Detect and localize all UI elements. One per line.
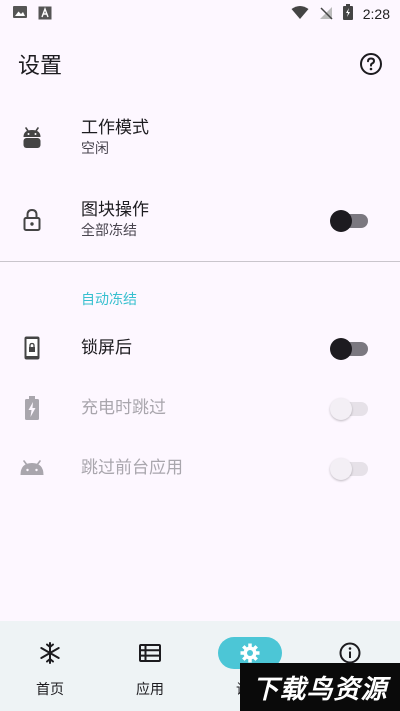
section-header-auto-freeze: 自动冻结 bbox=[81, 292, 137, 308]
auto-freeze-after-lock[interactable]: 锁屏后 bbox=[0, 318, 400, 378]
nav-item-home[interactable]: 首页 bbox=[0, 621, 100, 711]
wifi-icon bbox=[291, 5, 309, 24]
snowflake-icon bbox=[18, 637, 82, 669]
auto-freeze-skip-foreground[interactable]: 跳过前台应用 bbox=[0, 438, 400, 498]
tile-action-switch[interactable] bbox=[330, 208, 370, 232]
nav-label: 首页 bbox=[36, 682, 64, 698]
setting-tile-action[interactable]: 图块操作 全部冻结 bbox=[0, 190, 400, 250]
switch-thumb bbox=[330, 398, 352, 420]
help-circle-icon[interactable] bbox=[358, 51, 384, 77]
skip-foreground-switch[interactable] bbox=[330, 456, 370, 480]
setting-title: 工作模式 bbox=[81, 118, 149, 138]
battery-charging-icon bbox=[20, 396, 44, 420]
status-time: 2:28 bbox=[362, 6, 390, 22]
android-icon bbox=[20, 126, 44, 150]
text-icon bbox=[38, 5, 52, 24]
nav-item-apps[interactable]: 应用 bbox=[100, 621, 200, 711]
nav-label: 应用 bbox=[136, 682, 164, 698]
status-bar: 2:28 bbox=[0, 0, 400, 28]
top-app-bar: 设置 bbox=[0, 36, 400, 92]
skip-charging-switch[interactable] bbox=[330, 396, 370, 420]
watermark-logo: 下载鸟资源 bbox=[240, 663, 400, 711]
page-title: 设置 bbox=[18, 54, 63, 79]
switch-thumb bbox=[330, 338, 352, 360]
auto-freeze-skip-charging[interactable]: 充电时跳过 bbox=[0, 378, 400, 438]
after-lock-switch[interactable] bbox=[330, 336, 370, 360]
switch-thumb bbox=[330, 458, 352, 480]
lock-icon bbox=[20, 208, 44, 232]
android-icon bbox=[20, 456, 44, 480]
divider bbox=[0, 261, 400, 262]
image-icon bbox=[12, 4, 28, 24]
setting-subtitle: 空闲 bbox=[81, 141, 109, 157]
signal-off-icon bbox=[319, 5, 333, 24]
setting-work-mode[interactable]: 工作模式 空闲 bbox=[0, 108, 400, 168]
switch-thumb bbox=[330, 210, 352, 232]
phone-lock-icon bbox=[20, 336, 44, 360]
battery-charging-icon bbox=[342, 4, 353, 24]
list-icon bbox=[118, 637, 182, 669]
